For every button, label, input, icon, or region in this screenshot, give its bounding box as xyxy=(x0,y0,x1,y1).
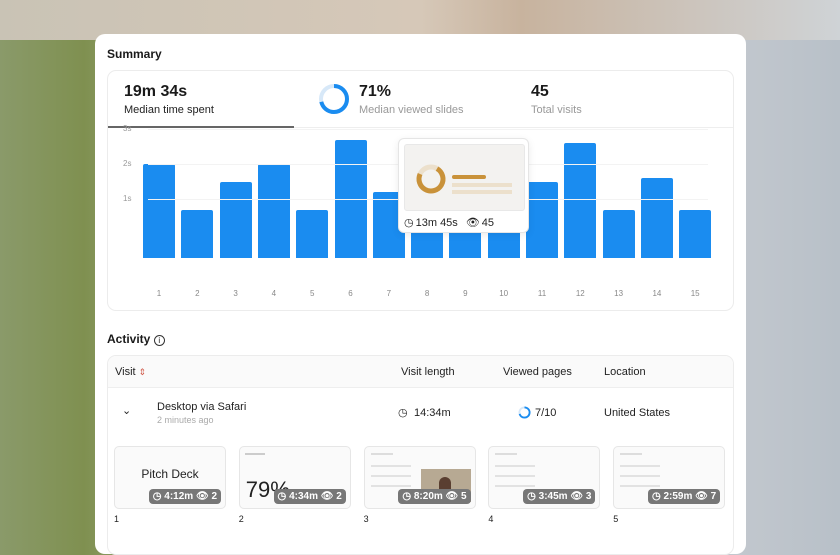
x-tick-label: 11 xyxy=(537,289,547,298)
visit-device: Desktop via Safari xyxy=(157,401,247,413)
active-tab-indicator xyxy=(108,126,294,128)
slide-stats-badge: ◷ 2:59m 👁 7 xyxy=(647,489,721,504)
x-tick-label: 9 xyxy=(463,289,468,298)
slide-thumbnail[interactable]: 79% ◷ 4:34m 👁 2 xyxy=(238,446,351,509)
table-header: Visit ⇕ Visit length Viewed pages Locati… xyxy=(108,356,733,388)
stat-visits[interactable]: 45 Total visits xyxy=(531,83,582,116)
slide-preview xyxy=(404,144,525,211)
activity-table: Visit ⇕ Visit length Viewed pages Locati… xyxy=(107,355,734,555)
x-tick-label: 10 xyxy=(499,289,509,298)
activity-title: Activity i xyxy=(107,332,165,346)
chevron-down-icon[interactable]: ⌄ xyxy=(122,404,131,417)
stat-value: 45 xyxy=(531,83,549,100)
col-viewed-pages[interactable]: Viewed pages xyxy=(503,366,572,378)
x-tick-label: 14 xyxy=(652,289,662,298)
col-location[interactable]: Location xyxy=(604,366,646,378)
stat-label: Total visits xyxy=(531,104,582,116)
x-tick-label: 6 xyxy=(348,289,353,298)
col-visit-length[interactable]: Visit length xyxy=(401,366,455,378)
bar-5[interactable] xyxy=(296,209,329,258)
slide-stats-badge: ◷ 4:34m 👁 2 xyxy=(273,489,346,504)
summary-title: Summary xyxy=(107,47,162,61)
gridline xyxy=(148,129,708,130)
slide-tooltip: ◷ 13m 45s 👁 45 xyxy=(398,138,529,233)
bar-15[interactable] xyxy=(679,209,712,258)
x-tick-label: 4 xyxy=(271,289,277,298)
slide-title: Pitch Deck xyxy=(141,467,199,481)
table-row[interactable]: ⌄ Desktop via Safari 2 minutes ago ◷ 14:… xyxy=(108,388,733,438)
bar-14[interactable] xyxy=(640,178,673,258)
y-tick-label: 3s xyxy=(123,124,132,133)
slide-number: 1 xyxy=(114,514,120,524)
slide-stats-badge: ◷ 8:20m 👁 5 xyxy=(398,489,471,504)
eye-icon: 👁 xyxy=(465,217,480,229)
y-tick-label: 2s xyxy=(123,159,132,168)
x-tick-label: 12 xyxy=(575,289,585,298)
tooltip-time: 13m 45s xyxy=(415,216,458,229)
slide-stats-badge: ◷ 3:45m 👁 3 xyxy=(523,489,596,504)
bar-13[interactable] xyxy=(602,209,635,258)
bar-4[interactable] xyxy=(257,164,290,258)
bar-12[interactable] xyxy=(564,143,597,258)
bar-3[interactable] xyxy=(219,181,252,258)
bar-2[interactable] xyxy=(181,209,214,258)
x-tick-label: 2 xyxy=(195,289,200,298)
slide-number: 5 xyxy=(613,514,619,524)
progress-ring-icon xyxy=(518,406,531,419)
slide-thumbnail[interactable]: ◷ 3:45m 👁 3 xyxy=(488,446,601,509)
x-tick-label: 5 xyxy=(309,289,315,298)
stat-time[interactable]: 19m 34s Median time spent xyxy=(124,83,214,116)
tooltip-views: 45 xyxy=(481,216,495,229)
visit-time: 2 minutes ago xyxy=(157,415,214,425)
donut-graphic xyxy=(416,164,446,194)
clock-icon: ◷ xyxy=(404,217,414,229)
x-tick-label: 3 xyxy=(233,289,238,298)
col-visit[interactable]: Visit ⇕ xyxy=(115,366,146,378)
sort-icon: ⇕ xyxy=(138,367,147,377)
x-tick-label: 8 xyxy=(424,289,430,298)
slide-thumbnail[interactable]: ◷ 2:59m 👁 7 xyxy=(613,446,726,509)
slide-stats-badge: ◷ 4:12m 👁 2 xyxy=(148,489,221,504)
summary-panel: 19m 34s Median time spent 71% Median vie… xyxy=(107,70,734,311)
x-tick-label: 13 xyxy=(614,289,624,298)
x-tick-label: 1 xyxy=(156,289,162,298)
stat-value: 71% xyxy=(359,83,392,100)
stat-label: Median time spent xyxy=(124,104,214,116)
location: United States xyxy=(604,407,671,419)
clock-icon: ◷ xyxy=(398,407,408,419)
viewed-pages: 7/10 xyxy=(535,407,557,419)
slide-thumbnail[interactable]: Pitch Deck ◷ 4:12m 👁 2 xyxy=(114,446,226,509)
bar-11[interactable] xyxy=(526,181,558,258)
bar-1[interactable] xyxy=(143,164,175,258)
stat-viewed[interactable]: 71% Median viewed slides xyxy=(359,83,464,116)
stat-label: Median viewed slides xyxy=(359,104,464,116)
slide-thumbnail[interactable]: ◷ 8:20m 👁 5 xyxy=(363,446,476,509)
slide-number: 4 xyxy=(488,514,494,524)
y-tick-label: 1s xyxy=(123,194,132,203)
slide-number: 2 xyxy=(238,514,244,524)
info-icon[interactable]: i xyxy=(153,335,165,346)
x-tick-label: 7 xyxy=(386,289,392,298)
x-tick-label: 15 xyxy=(690,289,700,298)
stat-value: 19m 34s xyxy=(124,83,188,100)
analytics-card: Summary 19m 34s Median time spent 71% Me… xyxy=(95,34,746,555)
progress-ring-icon xyxy=(319,84,349,114)
slide-number: 3 xyxy=(363,514,369,524)
visit-length: 14:34m xyxy=(414,407,451,419)
